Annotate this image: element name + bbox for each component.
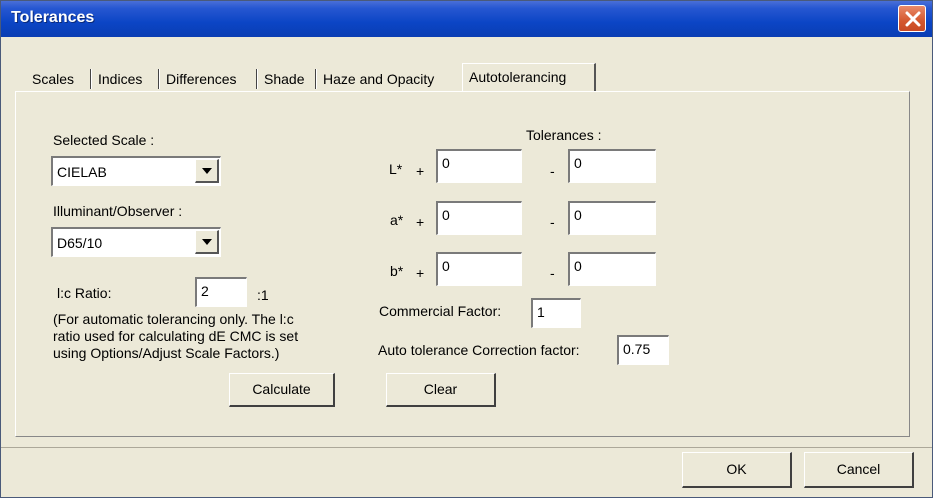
auto-correction-label: Auto tolerance Correction factor: bbox=[378, 342, 580, 358]
selected-scale-select[interactable]: CIELAB bbox=[51, 156, 221, 186]
footer-divider bbox=[1, 447, 932, 448]
cancel-button-label: Cancel bbox=[836, 461, 881, 477]
selected-scale-value: CIELAB bbox=[57, 164, 107, 180]
tab-separator bbox=[158, 69, 160, 89]
close-button[interactable] bbox=[898, 5, 926, 32]
b-star-label: b* bbox=[390, 263, 404, 279]
close-icon bbox=[905, 11, 921, 27]
cancel-button[interactable]: Cancel bbox=[804, 452, 914, 488]
calculate-button[interactable]: Calculate bbox=[229, 373, 335, 407]
l-star-minus-sign: - bbox=[550, 163, 555, 179]
lc-note-line-1: (For automatic tolerancing only. The l:c bbox=[53, 311, 294, 327]
illuminant-observer-label: Illuminant/Observer : bbox=[53, 203, 183, 219]
a-star-plus-sign: + bbox=[416, 214, 425, 230]
a-star-label: a* bbox=[390, 212, 404, 228]
commercial-factor-label: Commercial Factor: bbox=[379, 303, 502, 319]
selected-scale-label: Selected Scale : bbox=[53, 132, 155, 148]
illuminant-dropdown-button[interactable] bbox=[195, 230, 219, 254]
ok-button-label: OK bbox=[726, 461, 747, 477]
title-bar: Tolerances bbox=[1, 1, 932, 37]
tab-indices[interactable]: Indices bbox=[98, 67, 142, 91]
lc-ratio-label: l:c Ratio: bbox=[57, 285, 112, 301]
chevron-down-icon bbox=[202, 239, 212, 245]
tab-shade[interactable]: Shade bbox=[264, 67, 304, 91]
lc-ratio-input[interactable]: 2 bbox=[195, 277, 247, 307]
illuminant-observer-select[interactable]: D65/10 bbox=[51, 227, 221, 257]
l-star-minus-input[interactable]: 0 bbox=[568, 149, 656, 183]
tab-separator bbox=[256, 69, 258, 89]
b-star-plus-sign: + bbox=[416, 265, 425, 281]
tab-differences[interactable]: Differences bbox=[166, 67, 237, 91]
illuminant-observer-value: D65/10 bbox=[57, 235, 103, 251]
chevron-down-icon bbox=[202, 168, 212, 174]
a-star-plus-input[interactable]: 0 bbox=[436, 201, 522, 235]
b-star-plus-input[interactable]: 0 bbox=[436, 252, 522, 286]
clear-button[interactable]: Clear bbox=[386, 373, 496, 407]
lc-note-line-3: using Options/Adjust Scale Factors.) bbox=[53, 345, 280, 361]
auto-correction-input[interactable]: 0.75 bbox=[617, 335, 669, 365]
clear-button-label: Clear bbox=[423, 381, 458, 397]
selected-scale-dropdown-button[interactable] bbox=[195, 159, 219, 183]
tab-separator bbox=[315, 69, 317, 89]
ok-button[interactable]: OK bbox=[682, 452, 792, 488]
lc-note-line-2: ratio used for calculating dE CMC is set bbox=[53, 328, 299, 344]
window-title: Tolerances bbox=[11, 9, 95, 26]
tab-separator bbox=[90, 69, 92, 89]
calculate-button-label: Calculate bbox=[252, 381, 311, 397]
b-star-minus-input[interactable]: 0 bbox=[568, 252, 656, 286]
tolerances-dialog: Tolerances Scales Indices Differences Sh… bbox=[0, 0, 933, 498]
tolerances-heading: Tolerances : bbox=[526, 127, 602, 143]
l-star-label: L* bbox=[389, 161, 403, 177]
a-star-minus-sign: - bbox=[550, 214, 555, 230]
l-star-plus-input[interactable]: 0 bbox=[436, 149, 522, 183]
l-star-plus-sign: + bbox=[416, 163, 425, 179]
commercial-factor-input[interactable]: 1 bbox=[531, 298, 581, 328]
lc-ratio-suffix: :1 bbox=[257, 287, 269, 303]
a-star-minus-input[interactable]: 0 bbox=[568, 201, 656, 235]
tab-scales[interactable]: Scales bbox=[32, 67, 74, 91]
tab-haze-and-opacity[interactable]: Haze and Opacity bbox=[323, 67, 434, 91]
tab-autotolerancing[interactable]: Autotolerancing bbox=[462, 63, 596, 91]
b-star-minus-sign: - bbox=[550, 265, 555, 281]
